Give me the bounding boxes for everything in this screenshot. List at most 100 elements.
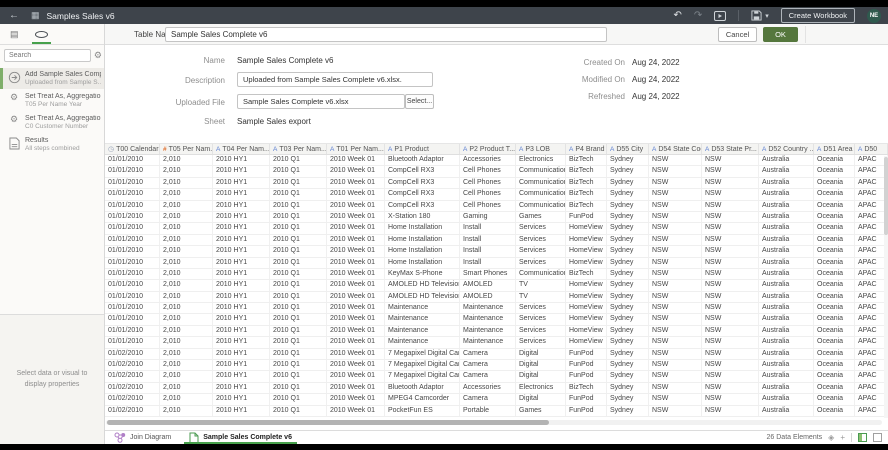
table-cell: HomeView bbox=[566, 223, 607, 234]
column-label: D51 Area bbox=[823, 146, 852, 153]
table-cell: NSW bbox=[649, 292, 702, 303]
full-view-toggle-icon[interactable] bbox=[873, 433, 882, 442]
table-cell: Oceania bbox=[814, 166, 855, 177]
table-cell: Sydney bbox=[607, 189, 649, 200]
table-cell: 01/01/2010 bbox=[105, 189, 160, 200]
present-icon[interactable] bbox=[714, 11, 726, 21]
description-input[interactable] bbox=[237, 72, 433, 87]
column-header[interactable]: #T05 Per Nam... bbox=[160, 144, 213, 154]
table-cell: Oceania bbox=[814, 280, 855, 291]
tab-data-panel[interactable]: ▤ bbox=[8, 24, 21, 44]
table-cell: 2010 HY1 bbox=[213, 258, 270, 269]
column-header[interactable]: AD55 City bbox=[607, 144, 649, 154]
ok-button[interactable]: OK bbox=[763, 27, 798, 42]
data-diagram-icon[interactable]: ◈ bbox=[828, 434, 834, 442]
table-cell: NSW bbox=[702, 212, 759, 223]
table-cell: NSW bbox=[649, 178, 702, 189]
data-grid-icon: ▤ bbox=[10, 29, 19, 40]
search-input[interactable] bbox=[4, 49, 91, 62]
table-cell: 2,010 bbox=[160, 292, 213, 303]
table-cell: 01/02/2010 bbox=[105, 394, 160, 405]
table-row: 01/01/20102,0102010 HY12010 Q12010 Week … bbox=[105, 337, 888, 348]
back-icon[interactable]: ← bbox=[9, 11, 19, 21]
avatar[interactable]: NE bbox=[867, 9, 881, 23]
table-cell: 2010 HY1 bbox=[213, 326, 270, 337]
table-cell: Australia bbox=[759, 269, 814, 280]
panel-view-toggle-icon[interactable] bbox=[858, 433, 867, 442]
redo-icon[interactable]: ↷ bbox=[694, 10, 702, 21]
join-diagram-label: Join Diagram bbox=[130, 434, 171, 441]
column-header[interactable]: AD50 bbox=[855, 144, 888, 154]
table-cell: HomeView bbox=[566, 314, 607, 325]
table-cell: 7 Megapixel Digital Camera bbox=[385, 360, 460, 371]
horizontal-scrollbar-thumb[interactable] bbox=[107, 420, 549, 425]
table-cell: Maintenance bbox=[385, 314, 460, 325]
step-subtitle: T05 Per Name Year bbox=[25, 101, 101, 108]
select-file-button[interactable]: Select... bbox=[405, 94, 434, 109]
table-cell: 2,010 bbox=[160, 212, 213, 223]
table-cell: 01/01/2010 bbox=[105, 269, 160, 280]
save-button[interactable]: ▾ bbox=[751, 10, 769, 21]
sidebar-step[interactable]: ResultsAll steps combined bbox=[0, 134, 104, 155]
quality-insights-icon[interactable]: + bbox=[840, 434, 845, 442]
column-header[interactable]: ◷T00 Calendar ... bbox=[105, 144, 160, 154]
horizontal-scrollbar[interactable] bbox=[106, 420, 882, 425]
table-cell: BizTech bbox=[566, 155, 607, 166]
column-header[interactable]: AD52 Country ... bbox=[759, 144, 814, 154]
column-header[interactable]: AP3 LOB bbox=[516, 144, 566, 154]
sidebar-step[interactable]: ⚙Set Treat As, AggregationT05 Per Name Y… bbox=[0, 90, 104, 111]
table-cell: Oceania bbox=[814, 349, 855, 360]
sidebar-step[interactable]: ⚙Set Treat As, AggregationC0 Customer Nu… bbox=[0, 112, 104, 133]
refreshed-label: Refreshed bbox=[505, 92, 625, 101]
text-type-icon: A bbox=[273, 146, 277, 153]
tab-preparation-scripts[interactable] bbox=[33, 24, 50, 44]
column-label: D54 State Code bbox=[658, 146, 702, 153]
table-cell: NSW bbox=[649, 189, 702, 200]
uploaded-file-input[interactable] bbox=[237, 94, 405, 109]
text-type-icon: A bbox=[652, 146, 656, 153]
column-header[interactable]: AD53 State Pr... bbox=[702, 144, 759, 154]
table-cell: Install bbox=[460, 235, 516, 246]
table-cell: 2010 Week 01 bbox=[327, 258, 385, 269]
sidebar-step[interactable]: Add Sample Sales Compl...Uploaded from S… bbox=[0, 68, 104, 89]
bottom-bar: Join Diagram Sample Sales Complete v6 26… bbox=[105, 430, 888, 444]
column-header[interactable]: AP1 Product bbox=[385, 144, 460, 154]
cancel-button[interactable]: Cancel bbox=[718, 27, 757, 42]
column-label: T01 Per Nam... bbox=[336, 146, 383, 153]
table-name-input[interactable] bbox=[165, 27, 607, 42]
results-icon bbox=[7, 137, 21, 152]
column-header[interactable]: AP2 Product T... bbox=[460, 144, 516, 154]
tab-join-diagram[interactable]: Join Diagram bbox=[105, 431, 180, 444]
vertical-scrollbar[interactable] bbox=[884, 156, 888, 418]
column-header[interactable]: AP4 Brand bbox=[566, 144, 607, 154]
table-cell: HomeView bbox=[566, 292, 607, 303]
table-cell: 2010 HY1 bbox=[213, 280, 270, 291]
column-label: P3 LOB bbox=[525, 146, 550, 153]
column-header[interactable]: AT01 Per Nam... bbox=[327, 144, 385, 154]
table-cell: FunPod bbox=[566, 406, 607, 417]
vertical-scrollbar-thumb[interactable] bbox=[884, 157, 888, 235]
text-type-icon: A bbox=[330, 146, 334, 153]
table-cell: NSW bbox=[702, 326, 759, 337]
add-data-icon bbox=[7, 71, 21, 86]
table-cell: 01/01/2010 bbox=[105, 337, 160, 348]
table-cell: NSW bbox=[702, 258, 759, 269]
table-cell: HomeView bbox=[566, 303, 607, 314]
column-header[interactable]: AD54 State Code bbox=[649, 144, 702, 154]
table-cell: Oceania bbox=[814, 189, 855, 200]
tab-dataset[interactable]: Sample Sales Complete v6 bbox=[180, 431, 301, 444]
table-cell: 2010 Week 01 bbox=[327, 360, 385, 371]
dataset-details-form: Name Sample Sales Complete v6 Descriptio… bbox=[105, 45, 888, 143]
table-cell: 2010 HY1 bbox=[213, 178, 270, 189]
table-cell: NSW bbox=[649, 166, 702, 177]
column-header[interactable]: AD51 Area bbox=[814, 144, 855, 154]
modified-on-label: Modified On bbox=[505, 75, 625, 84]
table-cell: 2010 Q1 bbox=[270, 258, 327, 269]
create-workbook-button[interactable]: Create Workbook bbox=[781, 8, 855, 23]
gear-icon[interactable]: ⚙ bbox=[94, 51, 102, 60]
column-header[interactable]: AT03 Per Nam... bbox=[270, 144, 327, 154]
undo-icon[interactable]: ↶ bbox=[673, 10, 681, 21]
column-header[interactable]: AT04 Per Nam... bbox=[213, 144, 270, 154]
table-cell: NSW bbox=[702, 223, 759, 234]
table-cell: Oceania bbox=[814, 178, 855, 189]
